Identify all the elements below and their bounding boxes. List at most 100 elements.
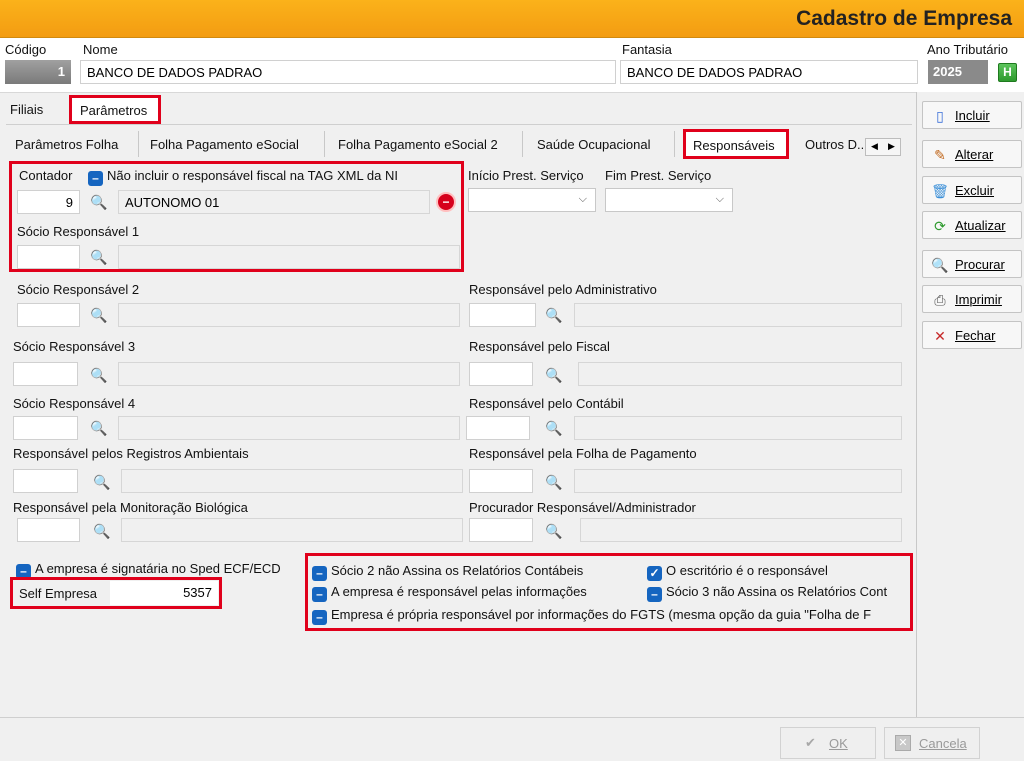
escritorio-responsavel-label: O escritório é o responsável bbox=[666, 563, 828, 578]
fantasia-field[interactable]: BANCO DE DADOS PADRAO bbox=[620, 60, 918, 84]
ano-label: Ano Tributário bbox=[927, 42, 1008, 57]
binoculars-icon[interactable]: 🔍 bbox=[89, 192, 109, 212]
scroll-right-icon[interactable]: ▶ bbox=[888, 141, 895, 152]
binoculars-icon[interactable]: 🔍 bbox=[544, 365, 564, 385]
contador-code-field[interactable]: 9 bbox=[17, 190, 80, 214]
empresa-responsavel-checkbox[interactable]: – A empresa é responsável pelas informaçõ… bbox=[312, 584, 587, 602]
binoculars-icon[interactable]: 🔍 bbox=[544, 521, 564, 541]
cancel-icon: ✕ bbox=[895, 735, 911, 751]
binoculars-icon[interactable]: 🔍 bbox=[92, 472, 112, 492]
self-empresa-field[interactable]: 5357 bbox=[110, 581, 218, 605]
inicio-prest-label: Início Prest. Serviço bbox=[468, 168, 584, 183]
contador-label: Contador bbox=[19, 168, 73, 183]
ok-label: OK bbox=[829, 736, 848, 751]
contador-nao-incluir-checkbox[interactable]: – Não incluir o responsável fiscal na TAG… bbox=[88, 168, 398, 186]
procurador-name-field bbox=[580, 518, 902, 542]
resp-administrativo-name-field bbox=[574, 303, 902, 327]
printer-icon: ⎙ bbox=[934, 292, 946, 308]
monit-biologica-code-field[interactable] bbox=[17, 518, 80, 542]
subtab-parametros-folha[interactable]: Parâmetros Folha bbox=[15, 137, 118, 152]
procurador-code-field[interactable] bbox=[469, 518, 533, 542]
socio2-nao-assina-checkbox[interactable]: – Sócio 2 não Assina os Relatórios Contáb… bbox=[312, 563, 583, 581]
alterar-button[interactable]: ✎ Alterar bbox=[922, 140, 1022, 168]
socio3-label: Sócio Responsável 3 bbox=[13, 339, 136, 354]
codigo-field[interactable]: 1 bbox=[5, 60, 71, 84]
fgts-checkbox[interactable]: – Empresa é própria responsável por infor… bbox=[312, 607, 910, 625]
subtab-outros[interactable]: Outros D... bbox=[805, 137, 863, 152]
reg-ambientais-label: Responsável pelos Registros Ambientais bbox=[13, 446, 249, 461]
binoculars-icon[interactable]: 🔍 bbox=[89, 365, 109, 385]
resp-folha-code-field[interactable] bbox=[469, 469, 533, 493]
reg-ambientais-code-field[interactable] bbox=[13, 469, 78, 493]
tab-parametros-label: Parâmetros bbox=[80, 103, 148, 118]
monit-biologica-label: Responsável pela Monitoração Biológica bbox=[13, 500, 248, 515]
socio3-name-field bbox=[118, 362, 460, 386]
subtab-folha-esocial[interactable]: Folha Pagamento eSocial bbox=[150, 137, 299, 152]
binoculars-icon: 🔍 bbox=[931, 257, 949, 273]
resp-folha-name-field bbox=[574, 469, 902, 493]
resp-fiscal-label: Responsável pelo Fiscal bbox=[469, 339, 610, 354]
resp-contabil-code-field[interactable] bbox=[466, 416, 530, 440]
procurar-button[interactable]: 🔍 Procurar bbox=[922, 250, 1022, 278]
scroll-left-icon[interactable]: ◀ bbox=[871, 141, 878, 152]
fechar-label: Fechar bbox=[955, 328, 996, 343]
tab-parametros[interactable]: Parâmetros bbox=[69, 95, 161, 124]
chevron-down-icon: ⌵ bbox=[715, 193, 724, 205]
subtab-folha-esocial-2[interactable]: Folha Pagamento eSocial 2 bbox=[338, 137, 498, 152]
binoculars-icon[interactable]: 🔍 bbox=[92, 521, 112, 541]
excluir-button[interactable]: 🗑 Excluir bbox=[922, 176, 1022, 204]
checkbox-icon: – bbox=[312, 566, 327, 581]
tab-filiais[interactable]: Filiais bbox=[10, 102, 43, 117]
fantasia-label: Fantasia bbox=[622, 42, 672, 57]
nome-field[interactable]: BANCO DE DADOS PADRAO bbox=[80, 60, 616, 84]
tabs-line bbox=[6, 124, 912, 125]
resp-administrativo-code-field[interactable] bbox=[469, 303, 536, 327]
binoculars-icon[interactable]: 🔍 bbox=[89, 305, 109, 325]
remove-contador-icon[interactable]: − bbox=[436, 192, 456, 212]
binoculars-icon[interactable]: 🔍 bbox=[544, 418, 564, 438]
subtab-responsaveis[interactable]: Responsáveis bbox=[683, 129, 789, 159]
imprimir-button[interactable]: ⎙ Imprimir bbox=[922, 285, 1022, 313]
ano-field[interactable]: 2025 bbox=[928, 60, 988, 84]
excluir-label: Excluir bbox=[955, 183, 995, 198]
socio3-nao-assina-checkbox[interactable]: – Sócio 3 não Assina os Relatórios Cont bbox=[647, 584, 903, 602]
socio1-code-field[interactable] bbox=[17, 245, 80, 269]
incluir-button[interactable]: ▯ Incluir bbox=[922, 101, 1022, 129]
checkbox-icon: – bbox=[312, 610, 327, 625]
window-title: Cadastro de Empresa bbox=[796, 7, 1012, 30]
nome-label: Nome bbox=[83, 42, 118, 57]
subtab-scroll: ◀ ▶ bbox=[865, 138, 901, 156]
resp-fiscal-name-field bbox=[578, 362, 902, 386]
fim-prest-select[interactable]: ⌵ bbox=[605, 188, 733, 212]
check-icon: ✓ bbox=[647, 566, 662, 581]
empresa-responsavel-label: A empresa é responsável pelas informaçõe… bbox=[331, 584, 587, 599]
binoculars-icon[interactable]: 🔍 bbox=[89, 418, 109, 438]
socio3-code-field[interactable] bbox=[13, 362, 78, 386]
atualizar-button[interactable]: ⟳ Atualizar bbox=[922, 211, 1022, 239]
atualizar-label: Atualizar bbox=[955, 218, 1006, 233]
escritorio-responsavel-checkbox[interactable]: ✓ O escritório é o responsável bbox=[647, 563, 828, 581]
socio4-label: Sócio Responsável 4 bbox=[13, 396, 136, 411]
resp-fiscal-code-field[interactable] bbox=[469, 362, 533, 386]
inicio-prest-select[interactable]: ⌵ bbox=[468, 188, 596, 212]
checkbox-icon: – bbox=[647, 587, 662, 602]
close-window-icon: ✕ bbox=[934, 328, 946, 344]
binoculars-icon[interactable]: 🔍 bbox=[544, 305, 564, 325]
ok-button[interactable]: ✔ OK bbox=[780, 727, 876, 759]
fgts-label: Empresa é própria responsável por inform… bbox=[331, 607, 872, 622]
subtab-responsaveis-label: Responsáveis bbox=[693, 138, 775, 153]
socio2-code-field[interactable] bbox=[17, 303, 80, 327]
sped-checkbox-label: A empresa é signatária no Sped ECF/ECD bbox=[35, 561, 281, 576]
checkmark-icon: ✔ bbox=[805, 735, 816, 750]
socio1-label: Sócio Responsável 1 bbox=[17, 224, 140, 239]
cancel-button[interactable]: ✕ Cancela bbox=[884, 727, 980, 759]
socio2-name-field bbox=[118, 303, 460, 327]
reg-ambientais-name-field bbox=[121, 469, 463, 493]
subtab-saude-ocupacional[interactable]: Saúde Ocupacional bbox=[537, 137, 650, 152]
self-empresa-group: Self Empresa 5357 bbox=[10, 577, 222, 609]
fechar-button[interactable]: ✕ Fechar bbox=[922, 321, 1022, 349]
ano-h-button[interactable]: H bbox=[998, 63, 1017, 82]
socio4-code-field[interactable] bbox=[13, 416, 78, 440]
binoculars-icon[interactable]: 🔍 bbox=[89, 247, 109, 267]
binoculars-icon[interactable]: 🔍 bbox=[544, 472, 564, 492]
